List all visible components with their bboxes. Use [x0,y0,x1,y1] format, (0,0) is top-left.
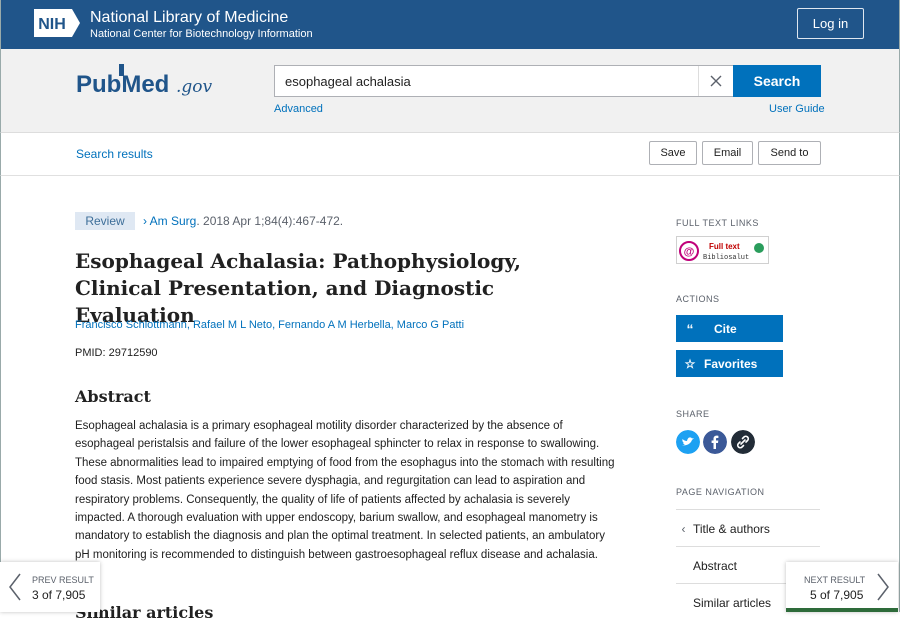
chevron-right-icon: › [143,214,147,228]
twitter-icon[interactable] [676,430,700,454]
author-list[interactable]: Francisco Schlottmann, Rafael M L Neto, … [75,319,464,331]
share-label: SHARE [676,409,710,419]
pmid: PMID: 29712590 [75,347,158,359]
favorites-label: Favorites [704,356,758,371]
svg-text:@: @ [684,246,695,258]
abstract-heading: Abstract [75,387,151,406]
chevron-left-icon: ‹ [681,521,686,536]
search-box [274,65,733,97]
article-title: Esophageal Achalasia: Pathophysiology, C… [75,249,521,327]
svg-text:Full text: Full text [709,242,740,251]
search-band: PubMed .gov Search Advanced User Guide [0,49,900,133]
svg-text:.gov: .gov [176,77,213,97]
permalink-icon[interactable] [731,430,755,454]
nav-item-label: Title & authors [693,521,770,536]
search-button[interactable]: Search [733,65,821,97]
facebook-icon[interactable] [703,430,727,454]
org-name[interactable]: National Library of Medicine [90,9,288,27]
citation-text: . 2018 Apr 1;84(4):467-472. [196,214,344,228]
search-results-link[interactable]: Search results [76,147,153,161]
journal-link[interactable]: Am Surg [150,214,197,228]
user-guide-link[interactable]: User Guide [769,103,825,115]
nav-title-authors[interactable]: ‹ Title & authors [676,509,820,547]
full-text-links-label: FULL TEXT LINKS [676,218,759,228]
nav-item-label: Abstract [693,558,738,573]
save-button[interactable]: Save [649,141,697,165]
login-button[interactable]: Log in [797,8,864,39]
next-result-count: 5 of 7,905 [810,588,864,602]
results-toolbar: Search results Save Email Send to [0,133,900,176]
clear-search-button[interactable] [698,66,733,96]
next-result-label: NEXT RESULT [804,575,866,585]
actions-label: ACTIONS [676,294,720,304]
journal-citation: › Am Surg. 2018 Apr 1;84(4):467-472. [143,214,343,228]
svg-text:Bibliosalut: Bibliosalut [703,254,749,262]
pubmed-logo[interactable]: PubMed .gov [76,62,216,102]
svg-text:NIH: NIH [38,16,66,33]
next-result-button[interactable]: NEXT RESULT 5 of 7,905 [786,562,898,612]
quote-icon: “ [686,320,694,337]
article-type-badge: Review [75,212,135,230]
org-subname[interactable]: National Center for Biotechnology Inform… [90,28,313,40]
advanced-search-link[interactable]: Advanced [274,103,323,115]
cite-button[interactable]: “ Cite [676,315,783,342]
bibliosalut-logo: @ Full text Bibliosalut [679,241,764,262]
prev-result-label: PREV RESULT [32,575,94,585]
close-icon [710,75,722,87]
email-button[interactable]: Email [702,141,753,165]
nih-banner: NIH National Library of Medicine Nationa… [0,0,900,49]
star-icon: ☆ [684,356,696,371]
abstract-text: Esophageal achalasia is a primary esopha… [75,420,615,561]
prev-result-button[interactable]: PREV RESULT 3 of 7,905 [0,562,100,612]
nih-logo-icon[interactable]: NIH [34,9,80,37]
send-to-button[interactable]: Send to [758,141,821,165]
chevron-right-icon [877,573,889,601]
page-navigation-label: PAGE NAVIGATION [676,487,765,497]
chevron-left-icon [9,573,21,601]
favorites-button[interactable]: ☆ Favorites [676,350,783,377]
nav-item-label: Similar articles [693,595,772,610]
cite-label: Cite [714,321,737,336]
full-text-link-button[interactable]: @ Full text Bibliosalut [676,236,769,264]
next-result-accent [786,608,898,612]
search-input[interactable] [275,66,715,96]
prev-result-count: 3 of 7,905 [32,588,86,602]
